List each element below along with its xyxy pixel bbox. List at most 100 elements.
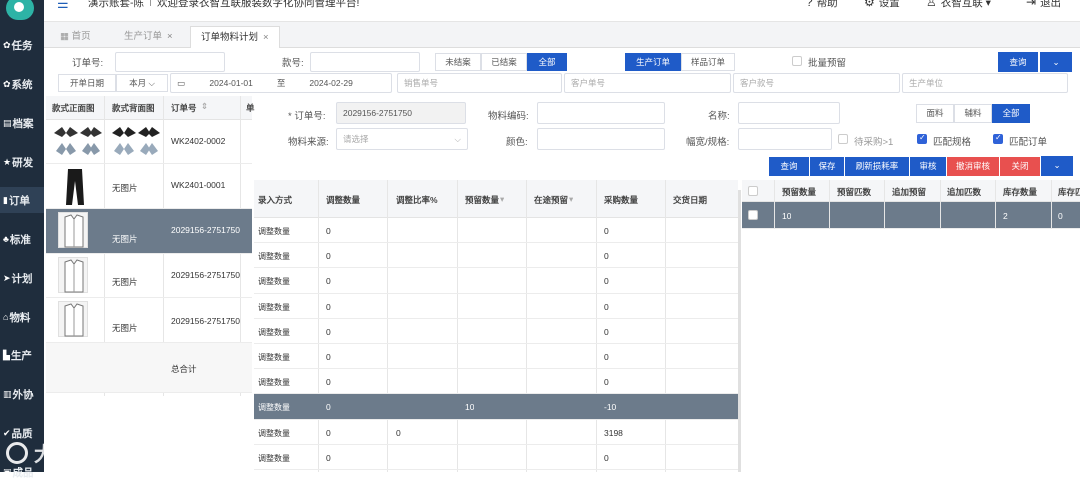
type-production-button[interactable]: 生产订单 [625, 53, 681, 71]
sidebar-item-material[interactable]: ⌂ 物料 [0, 304, 44, 330]
sales-order-input[interactable]: 销售单号 [397, 73, 562, 93]
sidebar-item-standard[interactable]: ♣ 标准 [0, 226, 44, 252]
customer-style-input[interactable]: 客户款号 [733, 73, 900, 93]
tab-order-material-plan[interactable]: 订单物料计划 × [190, 26, 280, 48]
material-row[interactable]: 调整数量 0 0 [254, 294, 738, 319]
production-unit-input[interactable]: 生产单位 [902, 73, 1068, 93]
order-row[interactable]: 无图片 WK2401-0001 [46, 164, 252, 209]
save-button[interactable]: 保存 [810, 157, 844, 176]
pending-purchase-checkbox[interactable] [838, 134, 848, 144]
status-closed-button[interactable]: 已结案 [481, 53, 527, 71]
sidebar-item-archive[interactable]: ▤ 档案 [0, 110, 44, 136]
material-cell[interactable]: 0 [326, 276, 331, 286]
status-open-button[interactable]: 未结案 [435, 53, 481, 71]
sidebar-item-production[interactable]: ▙ 生产 [0, 342, 44, 368]
category-accessory-button[interactable]: 辅料 [954, 104, 992, 123]
material-cell[interactable]: 0 [326, 377, 331, 387]
material-row[interactable]: 调整数量 0 0 [254, 243, 738, 269]
material-cell[interactable]: 0 [604, 276, 609, 286]
order-row[interactable]: 无图片 2029156-2751750 [46, 254, 252, 298]
material-cell[interactable]: 0 [604, 327, 609, 337]
sidebar-item-order[interactable]: ▮ 订单 [0, 187, 44, 213]
date-range-input[interactable]: ▭ 2024-01-01 至 2024-02-29 [170, 73, 392, 93]
close-icon[interactable]: × [167, 31, 173, 42]
customer-order-input[interactable]: 客户单号 [564, 73, 731, 93]
query-button[interactable]: 查询 [998, 52, 1038, 72]
help-link[interactable]: ? 帮助 [806, 0, 838, 10]
detail-query-button[interactable]: 查询 [769, 157, 809, 176]
material-row[interactable]: 调整数量 0 0 [254, 319, 738, 344]
material-cell[interactable]: 10 [465, 402, 474, 412]
material-row[interactable]: 调整数量 0 0 [254, 344, 738, 370]
material-row[interactable]: 调整数量 0 0 [254, 268, 738, 294]
material-cell[interactable]: 0 [326, 453, 331, 463]
type-sample-button[interactable]: 样品订单 [681, 53, 735, 71]
batch-reserve-checkbox[interactable] [792, 56, 802, 66]
order-no-input[interactable] [115, 52, 225, 72]
tab-home[interactable]: ▦ 首页 [50, 26, 101, 48]
material-cell[interactable]: 0 [604, 453, 609, 463]
material-cell[interactable]: 0 [604, 302, 609, 312]
select-all-checkbox[interactable] [748, 186, 758, 196]
sidebar-item-outsource[interactable]: ▥ 外协 [0, 381, 44, 407]
period-select[interactable]: 本月 ⌵ [116, 74, 168, 92]
material-cell[interactable]: 0 [326, 251, 331, 261]
color-input[interactable] [537, 128, 665, 150]
match-spec-checkbox[interactable] [917, 133, 927, 144]
refresh-loss-rate-button[interactable]: 刷新损耗率 [845, 157, 909, 176]
material-row[interactable]: 调整数量 0 0 [254, 445, 738, 470]
material-cell[interactable]: 0 [326, 352, 331, 362]
material-cell[interactable]: 0 [326, 402, 331, 412]
width-spec-input[interactable] [738, 128, 832, 150]
status-all-button[interactable]: 全部 [527, 53, 567, 71]
material-code-input[interactable] [537, 102, 665, 124]
material-row-selected[interactable]: 调整数量 0 10 -10 [254, 394, 738, 420]
cancel-audit-button[interactable]: 撤消审核 [947, 157, 999, 176]
category-fabric-button[interactable]: 面料 [916, 104, 954, 123]
material-cell[interactable]: 0 [604, 251, 609, 261]
material-cell[interactable]: 0 [326, 327, 331, 337]
vertical-scrollbar[interactable] [738, 190, 741, 472]
order-row[interactable]: WK2402-0002 [46, 120, 252, 164]
material-cell[interactable]: 0 [604, 226, 609, 236]
material-cell[interactable]: 0 [326, 226, 331, 236]
more-actions-dropdown[interactable]: ⌄ [1041, 156, 1073, 176]
material-row[interactable]: 调整数量 0 0 3198 [254, 420, 738, 445]
material-row[interactable]: 调整数量 0 0 [254, 369, 738, 395]
style-no-input[interactable] [310, 52, 420, 72]
menu-toggle-icon[interactable]: ☰ [57, 0, 69, 12]
material-row[interactable]: 调整数量 0 0 [254, 218, 738, 244]
date-type-select[interactable]: 开单日期 [58, 74, 116, 92]
material-cell[interactable]: 0 [326, 428, 331, 438]
reserve-row-selected[interactable]: 10 2 0 [742, 202, 1080, 229]
close-icon[interactable]: × [263, 32, 269, 43]
match-order-checkbox[interactable] [993, 133, 1003, 144]
audit-button[interactable]: 审核 [910, 157, 946, 176]
query-dropdown[interactable]: ⌄ [1040, 52, 1072, 72]
material-cell[interactable]: 0 [326, 302, 331, 312]
sidebar-item-task[interactable]: ✿ 任务 [0, 32, 44, 58]
filter-icon[interactable]: ▾ [569, 194, 573, 205]
logout-link[interactable]: ⇥ 退出 [1026, 0, 1061, 10]
sidebar-item-plan[interactable]: ➤ 计划 [0, 265, 44, 291]
material-source-select[interactable]: 请选择 ⌵ [336, 128, 468, 150]
order-row[interactable]: 无图片 2029156-2751750 [46, 298, 252, 343]
app-logo[interactable] [6, 0, 34, 20]
sidebar-item-rnd[interactable]: ★ 研发 [0, 149, 44, 175]
order-row-selected[interactable]: 无图片 2029156-2751750 [46, 209, 252, 254]
sort-icon[interactable]: ⇕ [201, 101, 208, 112]
material-cell[interactable]: 0 [604, 352, 609, 362]
detail-order-no-input[interactable]: 2029156-2751750 [336, 102, 466, 124]
settings-link[interactable]: ⚙ 设置 [864, 0, 900, 10]
user-menu[interactable]: ♙ 衣智互联 ▾ [926, 0, 991, 10]
material-cell[interactable]: 0 [604, 377, 609, 387]
filter-icon[interactable]: ▾ [500, 194, 504, 205]
tab-production-order[interactable]: 生产订单 × [114, 26, 183, 48]
category-all-button[interactable]: 全部 [992, 104, 1030, 123]
sidebar-item-system[interactable]: ✿ 系统 [0, 71, 44, 97]
row-checkbox[interactable] [748, 210, 758, 220]
close-button[interactable]: 关闭 [1000, 157, 1040, 176]
material-cell[interactable]: -10 [604, 402, 616, 412]
material-cell[interactable]: 3198 [604, 428, 623, 438]
name-input[interactable] [738, 102, 840, 124]
